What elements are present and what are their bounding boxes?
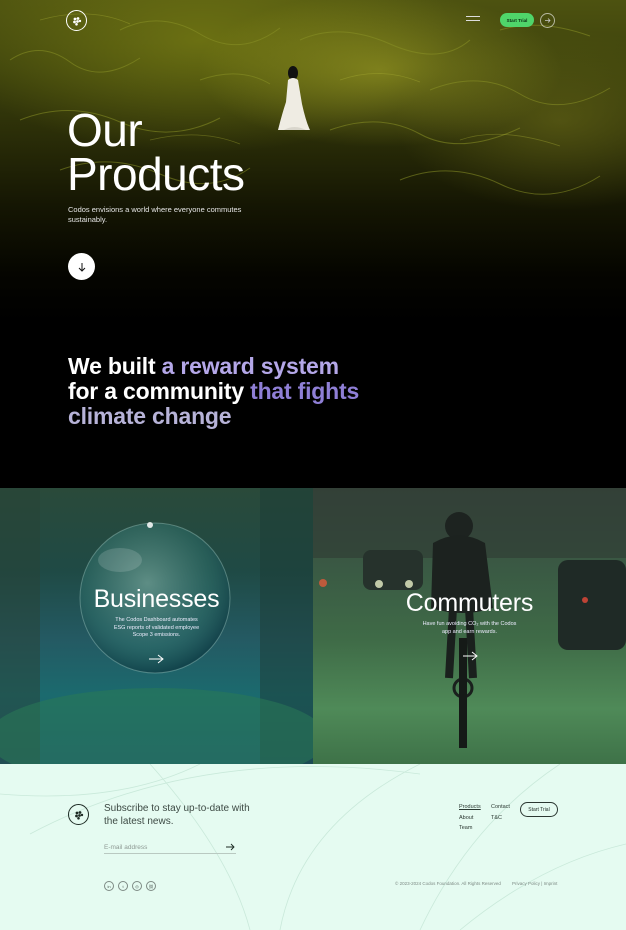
codos-logo[interactable] — [66, 10, 87, 31]
mission-part-5: climate change — [68, 403, 232, 429]
hero-subtitle: Codos envisions a world where everyone c… — [68, 205, 242, 224]
twitter-icon[interactable]: t — [118, 881, 128, 891]
start-trial-button[interactable]: Start Trial — [500, 13, 534, 27]
arrow-right-icon[interactable] — [462, 651, 478, 661]
footer-link-contact[interactable]: Contact — [491, 802, 510, 813]
instagram-icon[interactable]: ◎ — [132, 881, 142, 891]
card-title-businesses: Businesses — [93, 585, 220, 613]
footer-start-trial-button[interactable]: Start Trial — [520, 802, 558, 817]
arrow-right-icon[interactable] — [148, 654, 164, 664]
mission-part-4: that fights — [250, 378, 360, 404]
copyright-text: © 2023-2024 Codos Foundation. All Rights… — [395, 881, 501, 886]
arrow-circle-icon[interactable] — [540, 13, 555, 28]
desc-line: Scope 3 emissions. — [132, 632, 181, 638]
submit-arrow-icon[interactable] — [225, 843, 235, 851]
social-links: in t ◎ ⛓ — [104, 881, 156, 891]
mission-statement: We built a reward system for a community… — [68, 354, 408, 429]
footer: Subscribe to stay up-to-date with the la… — [0, 764, 626, 930]
mission-part-3: for a community — [68, 378, 251, 404]
decorative-lines — [0, 764, 626, 930]
footer-links-col2: Contact T&C — [491, 802, 510, 823]
footer-link-products[interactable]: Products — [459, 802, 481, 813]
footer-link-tc[interactable]: T&C — [491, 813, 510, 824]
desc-line: app and earn rewards. — [441, 628, 498, 635]
title-line-2: Products — [67, 148, 245, 200]
mission-part-2: a reward system — [161, 353, 339, 379]
card-title-commuters: Commuters — [405, 589, 534, 617]
desc-line: ESG reports of validated employee — [113, 624, 200, 631]
footer-links-col1: Products About Team — [459, 802, 481, 834]
arrow-down-icon — [78, 262, 85, 272]
card-description-commuters: Have fun avoiding CO₂ with the Codos app… — [313, 621, 626, 636]
card-description-businesses: The Codos Dashboard automates ESG report… — [0, 617, 313, 640]
linkedin-icon[interactable]: in — [104, 881, 114, 891]
desc-line: Have fun avoiding CO₂ with the Codos — [422, 621, 517, 627]
pinecone-icon — [72, 16, 81, 26]
product-card-commuters[interactable]: Commuters Have fun avoiding CO₂ with the… — [313, 488, 626, 764]
product-card-businesses[interactable]: Businesses The Codos Dashboard automates… — [0, 488, 313, 764]
email-field[interactable] — [104, 842, 236, 854]
mission-part-1: We built — [68, 353, 162, 379]
link-icon[interactable]: ⛓ — [146, 881, 156, 891]
footer-link-about[interactable]: About — [459, 813, 481, 824]
pinecone-icon — [74, 810, 83, 820]
desc-line: The Codos Dashboard automates — [115, 617, 198, 623]
scroll-down-button[interactable] — [68, 253, 95, 280]
privacy-imprint-link[interactable]: Privacy Policy | Imprint — [512, 881, 557, 886]
hamburger-menu-icon[interactable] — [466, 13, 482, 27]
page-title: Our Products — [67, 107, 327, 197]
footer-logo[interactable] — [68, 804, 89, 825]
subscribe-text: Subscribe to stay up-to-date with the la… — [104, 803, 250, 827]
hero-section: Start Trial Our Products Codos envisions… — [0, 0, 626, 488]
footer-link-team[interactable]: Team — [459, 823, 481, 834]
